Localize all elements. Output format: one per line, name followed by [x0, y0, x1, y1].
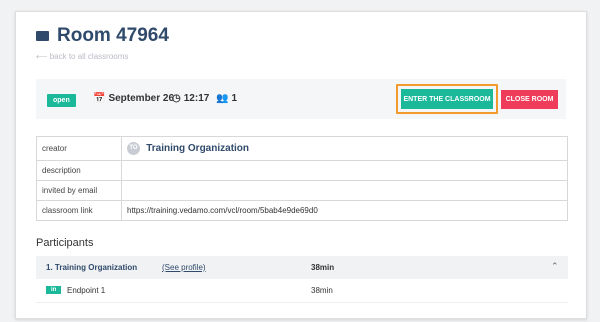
- details-row-description: description: [36, 160, 568, 181]
- room-details-table: creator TO Training Organization descrip…: [36, 136, 568, 221]
- endpoint-duration: 38min: [311, 286, 333, 295]
- endpoint-status-badge: in: [46, 286, 62, 294]
- details-row-creator: creator TO Training Organization: [36, 136, 568, 161]
- details-key: description: [36, 160, 122, 181]
- see-profile-link[interactable]: (See profile): [162, 263, 206, 272]
- room-status-bar: open 📅 September 26 ◷ 12:17 👥 1 ENTER TH…: [36, 79, 566, 119]
- room-time: ◷ 12:17: [172, 93, 209, 104]
- participant-row[interactable]: 1. Training Organization (See profile) 3…: [36, 256, 568, 279]
- creator-name[interactable]: Training Organization: [146, 143, 249, 154]
- details-row-link: classroom link https://training.vedamo.c…: [36, 200, 568, 221]
- details-key: invited by email: [36, 180, 122, 201]
- users-icon: 👥: [216, 93, 229, 104]
- details-key: classroom link: [36, 200, 122, 221]
- room-users: 👥 1: [216, 93, 237, 104]
- room-date: 📅 September 26: [93, 93, 174, 104]
- calendar-icon: 📅: [93, 93, 106, 104]
- details-value: TO Training Organization: [121, 136, 568, 161]
- details-value: [121, 180, 568, 201]
- avatar: TO: [127, 142, 140, 155]
- time-label: 12:17: [183, 93, 210, 104]
- status-badge: open: [47, 94, 76, 107]
- video-camera-icon: [36, 31, 49, 41]
- details-value: [121, 160, 568, 181]
- close-room-button[interactable]: CLOSE ROOM: [501, 90, 558, 109]
- back-to-classrooms-link[interactable]: ⟵ back to all classrooms: [36, 52, 128, 61]
- details-row-invited: invited by email: [36, 180, 568, 201]
- chevron-up-icon[interactable]: ⌃: [551, 261, 559, 272]
- classroom-link[interactable]: https://training.vedamo.com/vcl/room/5ba…: [121, 200, 568, 221]
- participant-duration: 38min: [311, 263, 335, 272]
- details-key: creator: [36, 136, 122, 161]
- date-label: September 26: [108, 93, 175, 104]
- enter-classroom-button[interactable]: ENTER THE CLASSROOM: [401, 89, 493, 109]
- users-count: 1: [231, 93, 238, 104]
- enter-classroom-highlight: ENTER THE CLASSROOM: [396, 84, 498, 114]
- clock-icon: ◷: [172, 93, 181, 104]
- room-title: Room 47964: [57, 25, 169, 46]
- page-title: Room 47964: [36, 25, 169, 47]
- endpoint-row: in Endpoint 1 38min: [36, 279, 568, 303]
- participant-name: 1. Training Organization: [46, 263, 138, 272]
- room-card: Room 47964 ⟵ back to all classrooms open…: [15, 11, 587, 319]
- participants-heading: Participants: [36, 237, 94, 249]
- endpoint-name: Endpoint 1: [67, 286, 106, 295]
